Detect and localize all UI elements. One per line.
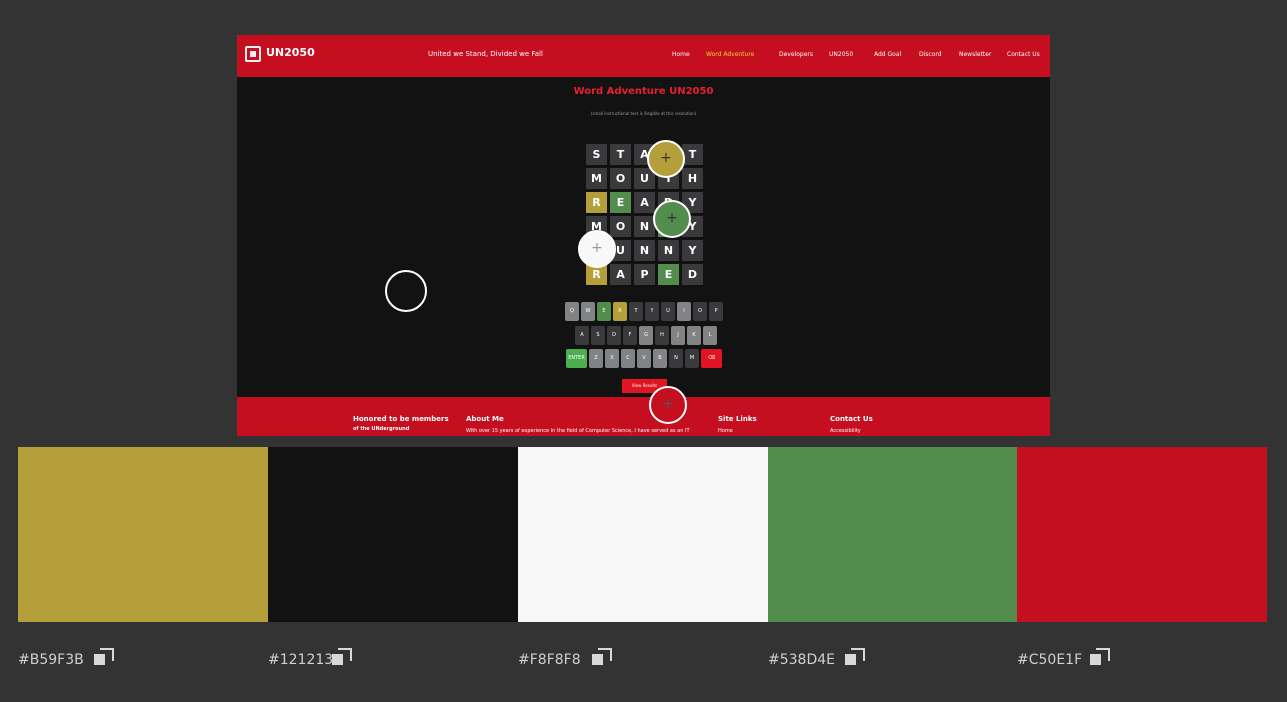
- footer-links-title: Site Links: [718, 415, 757, 423]
- keyboard-key: E: [597, 302, 611, 321]
- keyboard-key: W: [581, 302, 595, 321]
- keyboard-key: J: [671, 326, 685, 345]
- keyboard-key: V: [637, 349, 651, 368]
- keyboard-key: D: [607, 326, 621, 345]
- swatch-2[interactable]: [268, 447, 518, 622]
- keyboard-key: I: [677, 302, 691, 321]
- copy-icon[interactable]: [592, 648, 614, 668]
- keyboard-key: ENTER: [566, 349, 587, 368]
- site-header: UN2050 United we Stand, Divided we Fall …: [237, 35, 1050, 77]
- picker-marker-green[interactable]: +: [653, 200, 691, 238]
- hex-code-3: #F8F8F8: [518, 652, 581, 668]
- grid-tile: Y: [682, 240, 703, 261]
- keyboard-key: Y: [645, 302, 659, 321]
- nav-item-un2050: UN2050: [829, 51, 854, 58]
- site-footer: Honored to be members of the UNderground…: [237, 397, 1050, 436]
- grid-tile: E: [610, 192, 631, 213]
- keyboard-key: S: [591, 326, 605, 345]
- footer-honored-sub: of the UNderground: [353, 426, 410, 432]
- picker-marker-white[interactable]: +: [578, 230, 616, 268]
- keyboard-key: O: [693, 302, 707, 321]
- site-logo: UN2050: [266, 46, 315, 59]
- footer-about-text: With over 15 years of experience in the …: [466, 428, 690, 434]
- grid-tile: S: [586, 144, 607, 165]
- hex-code-5: #C50E1F: [1017, 652, 1083, 668]
- nav-item-contact-us: Contact Us: [1007, 51, 1040, 58]
- copy-icon[interactable]: [1090, 648, 1112, 668]
- game-title: Word Adventure UN2050: [573, 86, 714, 97]
- picker-marker-black[interactable]: [385, 270, 427, 312]
- swatch-3[interactable]: [518, 447, 768, 622]
- keyboard-key: T: [629, 302, 643, 321]
- crosshair-icon: +: [591, 240, 603, 256]
- hex-code-1: #B59F3B: [18, 652, 84, 668]
- copy-icon[interactable]: [332, 648, 354, 668]
- keyboard-key: B: [653, 349, 667, 368]
- nav-item-newsletter: Newsletter: [959, 51, 992, 58]
- grid-tile: A: [610, 264, 631, 285]
- keyboard-key: P: [709, 302, 723, 321]
- logo-icon: [245, 46, 261, 62]
- nav-item-discord: Discord: [919, 51, 942, 58]
- grid-tile: O: [610, 168, 631, 189]
- nav-item-home: Home: [672, 51, 690, 58]
- keyboard-key: Z: [589, 349, 603, 368]
- crosshair-icon: +: [666, 210, 678, 226]
- swatch-4[interactable]: [768, 447, 1018, 622]
- grid-tile: D: [682, 264, 703, 285]
- footer-contact-item: Accessibility: [830, 428, 861, 434]
- grid-tile: N: [634, 216, 655, 237]
- keyboard-key: M: [685, 349, 699, 368]
- footer-contact-title: Contact Us: [830, 415, 873, 423]
- keyboard-key: G: [639, 326, 653, 345]
- keyboard-key: C: [621, 349, 635, 368]
- keyboard-key: ⌫: [701, 349, 722, 368]
- nav-item-word-adventure: Word Adventure: [706, 51, 755, 58]
- nav-item-developers: Developers: [779, 51, 813, 58]
- grid-tile: M: [586, 168, 607, 189]
- game-instructions: (small instructional text is illegible a…: [590, 111, 697, 116]
- grid-tile: N: [658, 240, 679, 261]
- swatch-1[interactable]: [18, 447, 268, 622]
- grid-tile: T: [610, 144, 631, 165]
- footer-links-item: Home: [718, 428, 733, 434]
- footer-honored: Honored to be members: [353, 415, 449, 423]
- grid-tile: P: [634, 264, 655, 285]
- grid-tile: H: [682, 168, 703, 189]
- swatch-5[interactable]: [1017, 447, 1267, 622]
- keyboard-key: F: [623, 326, 637, 345]
- grid-tile: A: [634, 192, 655, 213]
- nav-item-add-goal: Add Goal: [874, 51, 902, 58]
- keyboard-key: Q: [565, 302, 579, 321]
- keyboard-key: X: [605, 349, 619, 368]
- grid-tile: R: [586, 192, 607, 213]
- crosshair-icon: +: [660, 150, 672, 166]
- keyboard-key: K: [687, 326, 701, 345]
- hex-code-4: #538D4E: [768, 652, 835, 668]
- grid-tile: T: [682, 144, 703, 165]
- picker-marker-red[interactable]: +: [649, 386, 687, 424]
- keyboard-key: A: [575, 326, 589, 345]
- grid-tile: E: [658, 264, 679, 285]
- crosshair-icon: +: [662, 396, 674, 412]
- keyboard-key: N: [669, 349, 683, 368]
- picker-marker-gold[interactable]: +: [647, 140, 685, 178]
- screenshot-preview: UN2050 United we Stand, Divided we Fall …: [237, 35, 1050, 436]
- site-tagline: United we Stand, Divided we Fall: [428, 50, 543, 58]
- hex-code-2: #121213: [268, 652, 334, 668]
- footer-about-title: About Me: [466, 415, 504, 423]
- copy-icon[interactable]: [845, 648, 867, 668]
- copy-icon[interactable]: [94, 648, 116, 668]
- keyboard-key: R: [613, 302, 627, 321]
- keyboard-key: H: [655, 326, 669, 345]
- grid-tile: N: [634, 240, 655, 261]
- keyboard-key: L: [703, 326, 717, 345]
- keyboard-key: U: [661, 302, 675, 321]
